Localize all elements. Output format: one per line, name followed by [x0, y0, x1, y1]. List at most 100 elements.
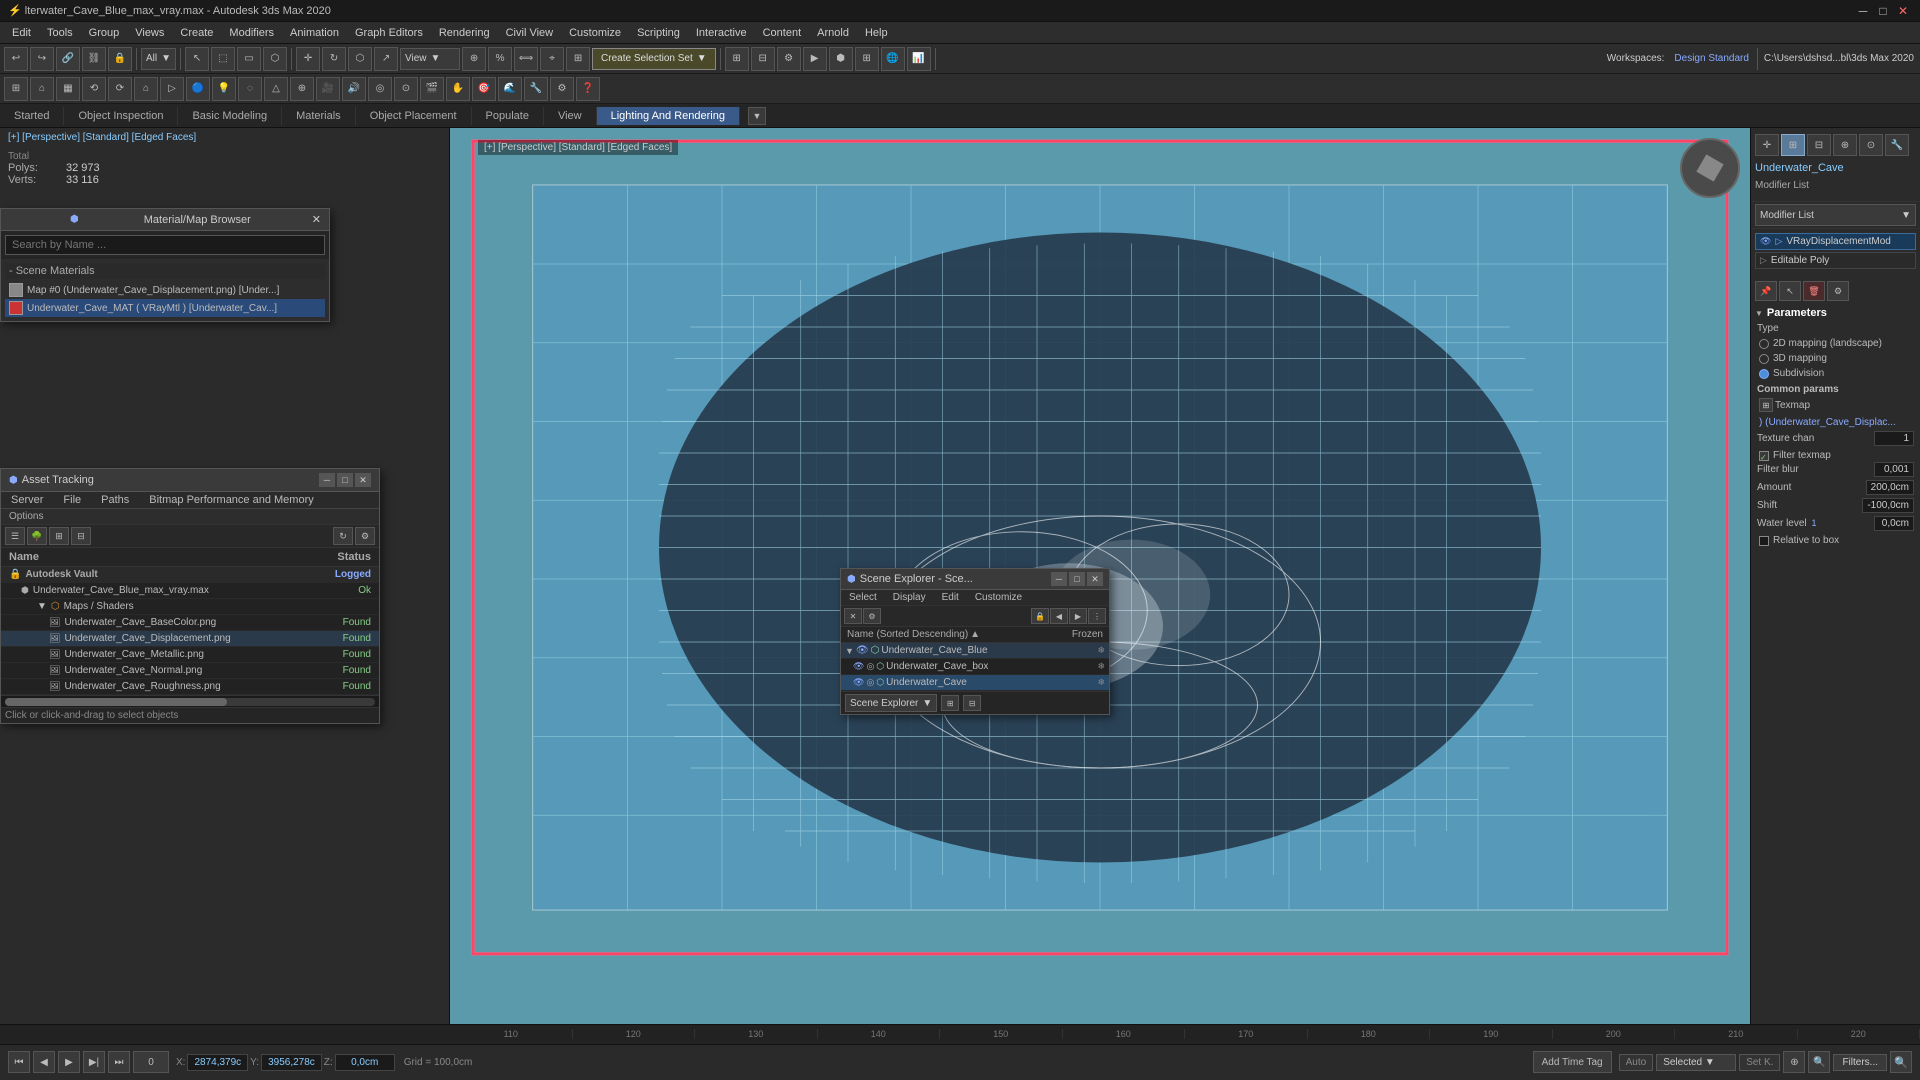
asset-file-3[interactable]: 🖼 Underwater_Cave_Metallic.png Found: [1, 647, 379, 663]
x-value[interactable]: 2874,379c: [187, 1054, 248, 1071]
skip-start-btn[interactable]: ⏮: [8, 1051, 30, 1073]
tb2-btn10[interactable]: ◌: [238, 77, 262, 101]
mirror2-btn[interactable]: ⊞: [725, 47, 749, 71]
type-3d-row[interactable]: 3D mapping: [1755, 352, 1916, 365]
scene-row-box[interactable]: 👁 ◎ ⬡ Underwater_Cave_box ❄: [841, 659, 1109, 675]
select-btn[interactable]: ↖: [185, 47, 209, 71]
mat-editor-btn[interactable]: ⬢: [829, 47, 853, 71]
scene-tb-filter[interactable]: ⚙: [863, 608, 881, 624]
render-setup-btn[interactable]: ⚙: [777, 47, 801, 71]
frame-input[interactable]: 0: [133, 1051, 169, 1073]
roo-btn[interactable]: ↗: [374, 47, 398, 71]
scene-tb-more[interactable]: ⋮: [1088, 608, 1106, 624]
tab-extra-btn[interactable]: ▼: [748, 107, 766, 125]
rp-create-btn[interactable]: ✛: [1755, 134, 1779, 156]
tb2-btn20[interactable]: 🌊: [498, 77, 522, 101]
scene-maximize-btn[interactable]: □: [1069, 572, 1085, 586]
menu-customize[interactable]: Customize: [561, 25, 629, 41]
env-btn[interactable]: 🌐: [881, 47, 905, 71]
set-key-btn[interactable]: Set K.: [1739, 1054, 1780, 1071]
mod-select-btn[interactable]: ↖: [1779, 281, 1801, 301]
modifier-vray-displacement[interactable]: 👁 ▷ VRayDisplacementMod: [1755, 233, 1916, 250]
asset-tb-tree[interactable]: 🌳: [27, 527, 47, 545]
tab-started[interactable]: Started: [0, 107, 64, 125]
viewport[interactable]: [+] [Perspective] [Standard] [Edged Face…: [450, 128, 1750, 1024]
tb2-btn11[interactable]: △: [264, 77, 288, 101]
select-region-btn[interactable]: ⬚: [211, 47, 235, 71]
asset-close-btn[interactable]: ✕: [355, 473, 371, 487]
type-2d-row[interactable]: 2D mapping (landscape): [1755, 337, 1916, 350]
type-3d-radio[interactable]: [1759, 354, 1769, 364]
type-sub-row[interactable]: Subdivision: [1755, 367, 1916, 380]
mat-browser-titlebar[interactable]: ⬢ Material/Map Browser ✕: [1, 209, 329, 231]
scene-footer-dropdown[interactable]: Scene Explorer ▼: [845, 694, 937, 712]
scene-menu-edit[interactable]: Edit: [934, 590, 967, 605]
amount-value[interactable]: 200,0cm: [1866, 480, 1914, 495]
tab-view[interactable]: View: [544, 107, 597, 125]
scene-tb-next[interactable]: ▶: [1069, 608, 1087, 624]
tb2-btn3[interactable]: ▦: [56, 77, 80, 101]
tb2-btn15[interactable]: ◎: [368, 77, 392, 101]
selected-dropdown[interactable]: Selected ▼: [1656, 1054, 1736, 1071]
tb2-btn9[interactable]: 💡: [212, 77, 236, 101]
tb2-btn19[interactable]: 🎯: [472, 77, 496, 101]
rp-hierarchy-btn[interactable]: ⊟: [1807, 134, 1831, 156]
add-time-tag-btn[interactable]: Add Time Tag: [1533, 1051, 1612, 1073]
skip-end-btn[interactable]: ⏭: [108, 1051, 130, 1073]
window-controls[interactable]: ─ □ ✕: [1854, 3, 1912, 19]
relative-bbox-row[interactable]: Relative to box: [1755, 534, 1916, 547]
asset-row-vault[interactable]: 🔒 Autodesk Vault Logged: [1, 567, 379, 583]
asset-maximize-btn[interactable]: □: [337, 473, 353, 487]
scene-footer-btn2[interactable]: ⊟: [963, 695, 981, 711]
tab-object-placement[interactable]: Object Placement: [356, 107, 472, 125]
track-view-btn[interactable]: 📊: [907, 47, 931, 71]
mat-item-1[interactable]: Map #0 (Underwater_Cave_Displacement.png…: [5, 281, 325, 299]
menu-animation[interactable]: Animation: [282, 25, 347, 41]
scene-controls[interactable]: ─ □ ✕: [1051, 572, 1103, 586]
tb2-btn14[interactable]: 🔊: [342, 77, 366, 101]
filter-blur-value[interactable]: 0,001: [1874, 462, 1914, 477]
mat-browser-search[interactable]: [1, 231, 329, 259]
rect-select-btn[interactable]: ▭: [237, 47, 261, 71]
asset-file-1[interactable]: 🖼 Underwater_Cave_BaseColor.png Found: [1, 615, 379, 631]
asset-tb-list[interactable]: ☰: [5, 527, 25, 545]
asset-maps-group[interactable]: ▼ ⬡ Maps / Shaders: [1, 599, 379, 615]
scene-footer-btn1[interactable]: ⊞: [941, 695, 959, 711]
tb2-btn22[interactable]: ⚙: [550, 77, 574, 101]
play-btn[interactable]: ▶: [58, 1051, 80, 1073]
mod-delete-btn[interactable]: 🗑: [1803, 281, 1825, 301]
snap-btn[interactable]: ⊕: [462, 47, 486, 71]
mat-item-2[interactable]: Underwater_Cave_MAT ( VRayMtl ) [Underwa…: [5, 299, 325, 317]
menu-modifiers[interactable]: Modifiers: [221, 25, 282, 41]
move-btn[interactable]: ✛: [296, 47, 320, 71]
search-btn[interactable]: 🔍: [1890, 1051, 1912, 1073]
close-btn[interactable]: ✕: [1894, 3, 1912, 19]
scene-row-cave[interactable]: 👁 ◎ ⬡ Underwater_Cave ❄: [841, 675, 1109, 691]
menu-views[interactable]: Views: [127, 25, 172, 41]
asset-file-2[interactable]: 🖼 Underwater_Cave_Displacement.png Found: [1, 631, 379, 647]
scene-row-cave-blue[interactable]: ▼ 👁 ⬡ Underwater_Cave_Blue ❄: [841, 643, 1109, 659]
array-btn[interactable]: ⊟: [751, 47, 775, 71]
tab-lighting-rendering[interactable]: Lighting And Rendering: [597, 107, 740, 125]
asset-tb-table[interactable]: ⊞: [49, 527, 69, 545]
asset-tb-refresh[interactable]: ↻: [333, 527, 353, 545]
asset-menu-bitmap[interactable]: Bitmap Performance and Memory: [139, 492, 323, 508]
asset-tracking-controls[interactable]: ─ □ ✕: [319, 473, 371, 487]
redo-btn[interactable]: ↪: [30, 47, 54, 71]
search-input[interactable]: [5, 235, 325, 255]
rp-modifier-btn[interactable]: ⊞: [1781, 134, 1805, 156]
menu-edit[interactable]: Edit: [4, 25, 39, 41]
scene-explorer-titlebar[interactable]: ⬢ Scene Explorer - Sce... ─ □ ✕: [841, 569, 1109, 590]
snap2-btn[interactable]: %: [488, 47, 512, 71]
asset-tb-settings[interactable]: ⚙: [355, 527, 375, 545]
asset-menu-file[interactable]: File: [53, 492, 91, 508]
tb2-btn4[interactable]: ⟲: [82, 77, 106, 101]
asset-row-file[interactable]: ⬢ Underwater_Cave_Blue_max_vray.max Ok: [1, 583, 379, 599]
tab-object-inspection[interactable]: Object Inspection: [64, 107, 178, 125]
mod-eye-icon[interactable]: 👁: [1760, 236, 1771, 247]
scene-menu-customize[interactable]: Customize: [967, 590, 1030, 605]
asset-menu-server[interactable]: Server: [1, 492, 53, 508]
rp-display-btn[interactable]: ⊙: [1859, 134, 1883, 156]
filter-texmap-row[interactable]: Filter texmap: [1755, 449, 1916, 462]
type-2d-radio[interactable]: [1759, 339, 1769, 349]
